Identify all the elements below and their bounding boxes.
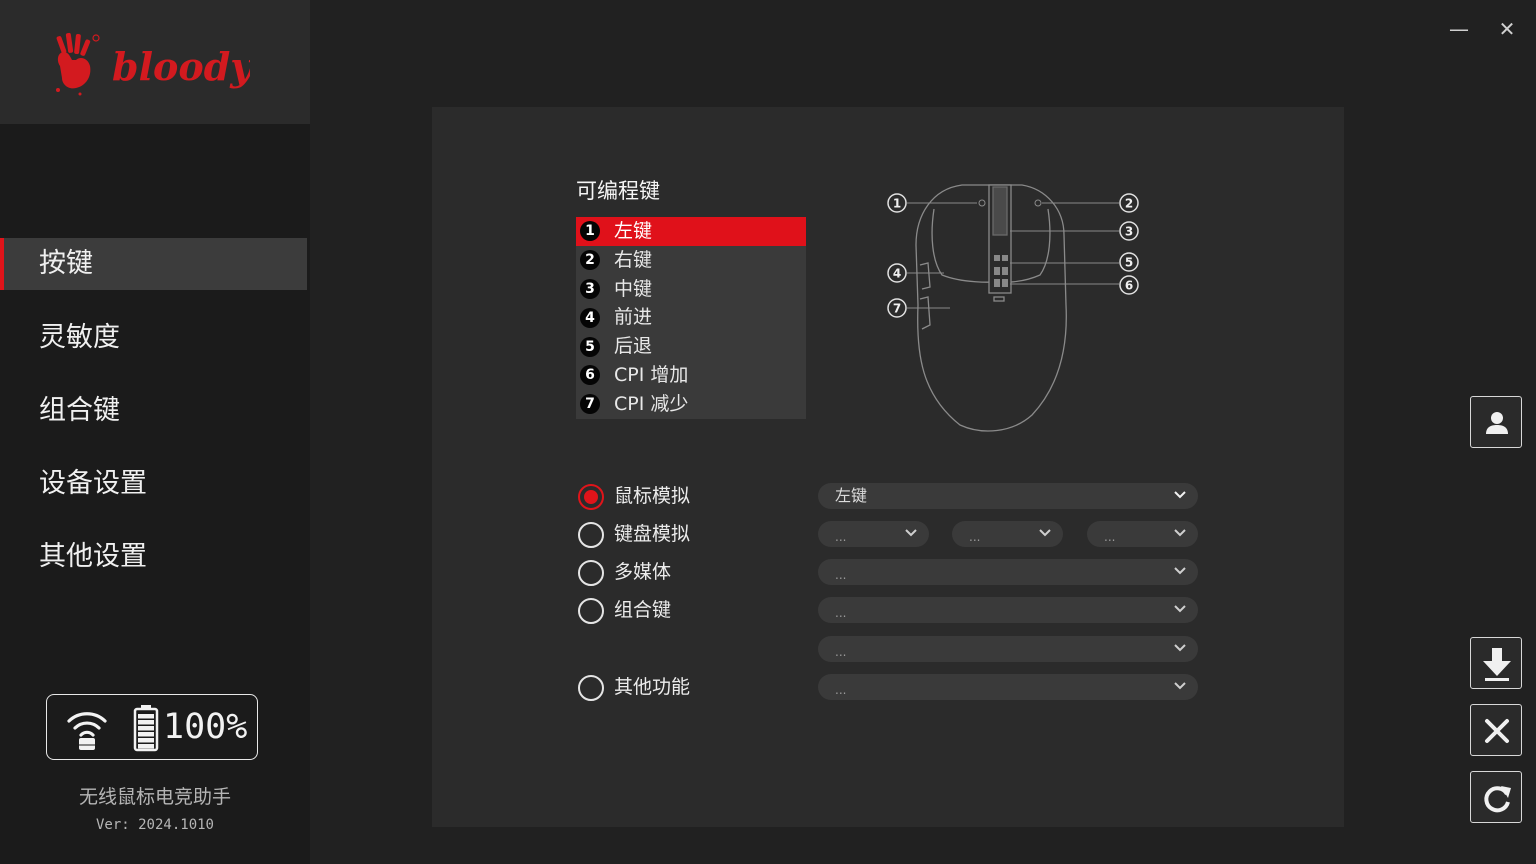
user-icon (1486, 412, 1508, 434)
main-panel: 可编程键 1 左键 2 右键 3 中键 4 前进 5 后退 6 CPI 增加 7 CPI 减少 (432, 107, 1344, 827)
keyboard-sim-value-2: ... (969, 530, 981, 544)
radio-button[interactable] (578, 560, 604, 586)
chevron-down-icon (905, 529, 917, 537)
battery-icon (133, 705, 159, 752)
sidebar: bloody 按键灵敏度组合键设备设置其他设置 100% 无线鼠标电竞助手 Ve… (0, 0, 310, 864)
chevron-down-icon (1174, 644, 1186, 652)
sidebar-item-1[interactable]: 灵敏度 (0, 312, 307, 364)
sidebar-item-3[interactable]: 设备设置 (0, 458, 307, 510)
key-number-badge: 3 (580, 278, 600, 299)
callout-number: 4 (893, 267, 901, 281)
key-number-badge: 2 (580, 250, 600, 271)
callout-number: 2 (1125, 197, 1133, 211)
callout-number: 6 (1125, 279, 1133, 293)
mouse-sim-value: 左键 (835, 486, 868, 505)
bloody-logo: bloody (56, 32, 250, 96)
reset-button[interactable] (1470, 771, 1522, 823)
key-number-badge: 6 (580, 365, 600, 386)
app-version: Ver: 2024.1010 (95, 817, 214, 833)
sidebar-item-2[interactable]: 组合键 (0, 385, 307, 437)
download-icon (1483, 648, 1511, 681)
mouse-sim-dropdown[interactable]: 左键 (818, 483, 1198, 509)
app-name: 无线鼠标电竞助手 (78, 786, 231, 808)
option-label: 组合键 (614, 599, 672, 621)
callout-number: 3 (1125, 225, 1133, 239)
chevron-down-icon (1174, 491, 1186, 499)
battery-cell (138, 732, 154, 737)
key-list-item[interactable]: 1 左键 (576, 217, 806, 246)
radio-button[interactable] (578, 484, 604, 510)
chevron-down-icon (1039, 529, 1051, 537)
close-icon (1485, 719, 1509, 743)
other-function-dropdown[interactable]: ... (818, 674, 1198, 700)
section-title: 可编程键 (576, 179, 660, 203)
radio-button[interactable] (578, 675, 604, 701)
option-label: 其他功能 (614, 676, 691, 698)
key-list-item[interactable]: 6 CPI 增加 (576, 361, 806, 390)
option-label: 鼠标模拟 (614, 485, 691, 507)
svg-text:bloody: bloody (112, 44, 250, 89)
sidebar-item-4[interactable]: 其他设置 (0, 531, 307, 583)
option-label: 键盘模拟 (614, 523, 691, 545)
battery-cell (138, 744, 154, 749)
battery-cell (138, 738, 154, 743)
key-number-badge: 1 (580, 221, 600, 242)
keyboard-sim-dropdown-3[interactable]: ... (1087, 521, 1198, 547)
wireless-icon (67, 712, 107, 750)
combo-dropdown-2[interactable]: ... (818, 636, 1198, 662)
key-number-badge: 5 (580, 336, 600, 357)
option-label: 多媒体 (614, 561, 672, 583)
combo-value-2: ... (835, 645, 847, 659)
chevron-down-icon (1174, 605, 1186, 613)
logo-area: bloody (0, 0, 310, 124)
key-list-item[interactable]: 2 右键 (576, 246, 806, 275)
key-label: 左键 (614, 220, 653, 242)
refresh-icon (1484, 786, 1511, 813)
key-list-item[interactable]: 7 CPI 减少 (576, 390, 806, 419)
sidebar-item-0[interactable]: 按键 (0, 238, 307, 290)
keyboard-sim-value-3: ... (1104, 530, 1116, 544)
key-list-item[interactable]: 3 中键 (576, 275, 806, 304)
device-status-box: 100% (46, 694, 258, 760)
combo-value-1: ... (835, 606, 847, 620)
mouse-diagram: 1 2 3 4 5 6 7 (887, 184, 1139, 432)
key-label: CPI 减少 (614, 392, 689, 415)
chevron-down-icon (1174, 682, 1186, 690)
profile-button[interactable] (1470, 396, 1522, 448)
key-list-item[interactable]: 4 前进 (576, 303, 806, 332)
apply-button[interactable] (1470, 637, 1522, 689)
key-label: 后退 (614, 335, 653, 358)
key-label: 前进 (614, 306, 653, 329)
cancel-button[interactable] (1470, 704, 1522, 756)
radio-button[interactable] (578, 598, 604, 624)
key-label: CPI 增加 (614, 363, 689, 386)
chevron-down-icon (1174, 529, 1186, 537)
multimedia-value: ... (835, 568, 847, 582)
keyboard-sim-dropdown-1[interactable]: ... (818, 521, 929, 547)
key-list-item[interactable]: 5 后退 (576, 332, 806, 361)
combo-dropdown-1[interactable]: ... (818, 597, 1198, 623)
battery-percent: 100% (163, 707, 248, 747)
callout-number: 1 (893, 197, 901, 211)
minimize-button[interactable]: — (1444, 14, 1474, 44)
callout-number: 7 (893, 302, 901, 316)
keyboard-sim-value-1: ... (835, 530, 847, 544)
chevron-down-icon (1174, 567, 1186, 575)
other-function-value: ... (835, 683, 847, 697)
keyboard-sim-dropdown-2[interactable]: ... (952, 521, 1063, 547)
battery-cell (138, 726, 154, 731)
multimedia-dropdown[interactable]: ... (818, 559, 1198, 585)
callout-number: 5 (1125, 256, 1133, 270)
programmable-key-list: 1 左键 2 右键 3 中键 4 前进 5 后退 6 CPI 增加 7 CPI 减少 (576, 217, 806, 419)
key-label: 右键 (614, 248, 653, 271)
key-number-badge: 4 (580, 307, 600, 328)
key-label: 中键 (614, 277, 653, 300)
battery-cell (138, 714, 154, 719)
battery-cell (138, 720, 154, 725)
radio-button[interactable] (578, 522, 604, 548)
key-number-badge: 7 (580, 394, 600, 415)
close-window-button[interactable]: ✕ (1492, 14, 1522, 44)
